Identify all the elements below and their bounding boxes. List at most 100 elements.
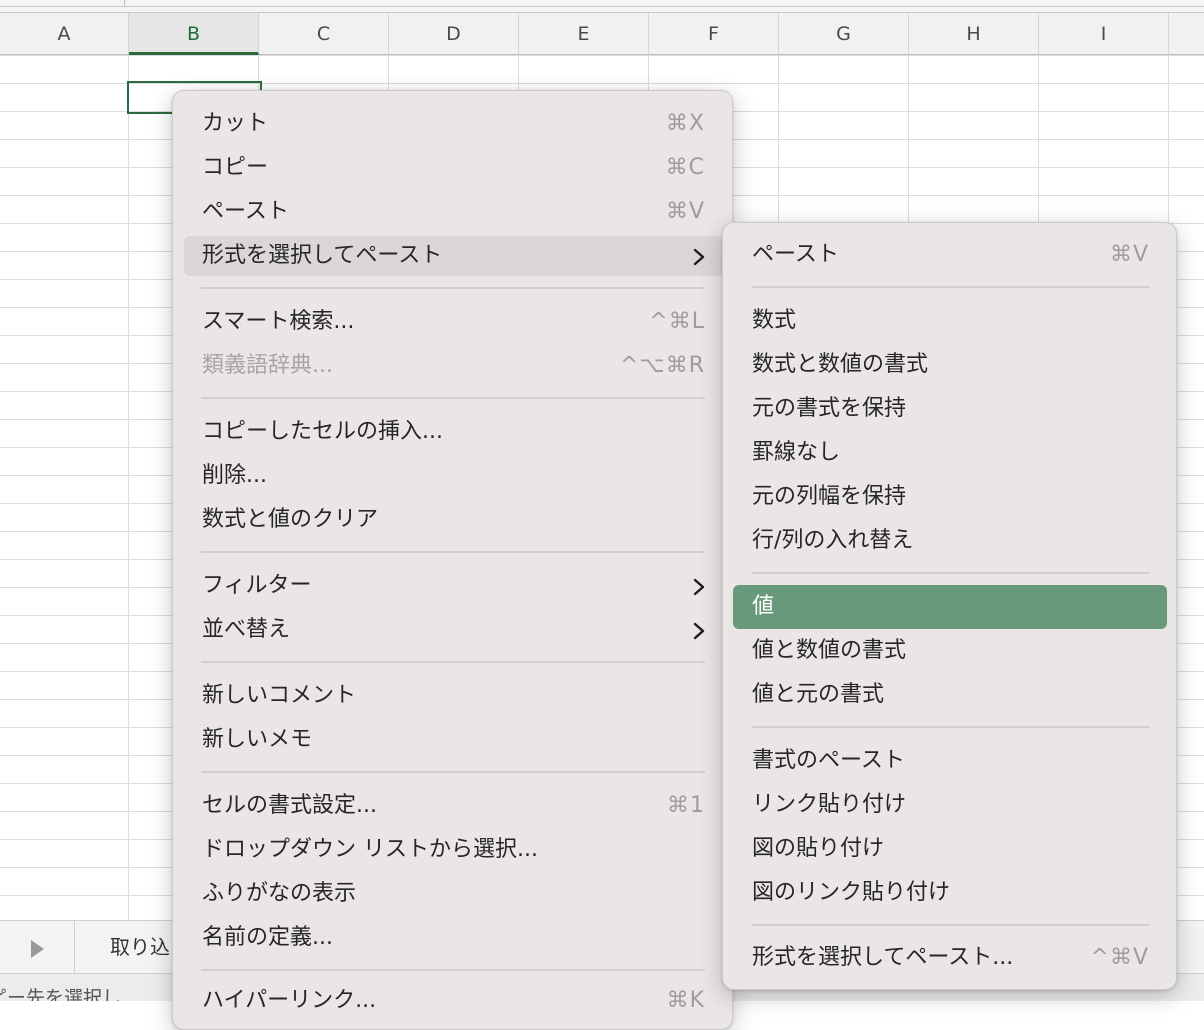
status-text: ピー先を選択し: [0, 987, 122, 1001]
menu-item-copy[interactable]: コピー ⌘C: [184, 148, 723, 188]
menu-item-shortcut: ⌘1: [667, 793, 705, 818]
menu-item-label: スマート検索...: [202, 309, 355, 334]
menu-item-shortcut: ^⌘V: [1090, 945, 1149, 970]
menu-separator: [201, 969, 705, 971]
menu-item-label: ペースト: [752, 242, 839, 267]
submenu-item-keep-column-widths[interactable]: 元の列幅を保持: [733, 477, 1167, 517]
context-menu: カット ⌘X コピー ⌘C ペースト ⌘V 形式を選択してペースト スマート検索…: [172, 90, 733, 1030]
submenu-item-formulas-number-format[interactable]: 数式と数値の書式: [733, 345, 1167, 385]
column-header-e[interactable]: E: [519, 13, 649, 54]
menu-separator: [201, 551, 705, 553]
menu-item-clear-contents[interactable]: 数式と値のクリア: [184, 500, 723, 540]
submenu-item-keep-source-formatting[interactable]: 元の書式を保持: [733, 389, 1167, 429]
column-header-row: A B C D E F G H I: [0, 13, 1204, 55]
menu-item-label: ハイパーリンク...: [202, 988, 377, 1013]
menu-item-label: 図の貼り付け: [752, 836, 885, 861]
menu-item-label: フィルター: [202, 573, 312, 598]
menu-item-label: 元の列幅を保持: [752, 484, 907, 509]
menu-item-shortcut: ^⌥⌘R: [619, 353, 705, 378]
menu-item-label: 元の書式を保持: [752, 396, 907, 421]
menu-item-hyperlink[interactable]: ハイパーリンク... ⌘K: [184, 981, 723, 1021]
menu-item-cut[interactable]: カット ⌘X: [184, 104, 723, 144]
submenu-item-formulas[interactable]: 数式: [733, 301, 1167, 341]
column-header-a[interactable]: A: [0, 13, 129, 54]
menu-item-paste[interactable]: ペースト ⌘V: [184, 192, 723, 232]
submenu-item-paste-link[interactable]: リンク貼り付け: [733, 785, 1167, 825]
menu-item-label: 値と元の書式: [752, 682, 885, 707]
menu-item-label: セルの書式設定...: [202, 793, 377, 818]
submenu-item-transpose[interactable]: 行/列の入れ替え: [733, 521, 1167, 561]
menu-item-label: 行/列の入れ替え: [752, 528, 914, 553]
menu-item-label: 形式を選択してペースト...: [752, 945, 1014, 970]
menu-item-label: 名前の定義...: [202, 925, 333, 950]
submenu-item-values[interactable]: 値: [733, 585, 1167, 629]
menu-item-label: 形式を選択してペースト: [202, 243, 443, 268]
grid-line: [128, 55, 129, 920]
play-triangle-icon: [31, 939, 44, 958]
menu-item-label: 新しいメモ: [202, 727, 313, 752]
menu-item-pick-from-dropdown[interactable]: ドロップダウン リストから選択...: [184, 830, 723, 870]
menu-item-label: 削除...: [202, 463, 267, 488]
menu-item-define-name[interactable]: 名前の定義...: [184, 918, 723, 958]
menu-item-label: 並べ替え: [202, 617, 291, 642]
menu-item-label: 罫線なし: [752, 440, 841, 465]
menu-separator: [201, 771, 705, 773]
menu-item-label: 数式: [752, 308, 797, 333]
submenu-item-no-borders[interactable]: 罫線なし: [733, 433, 1167, 473]
menu-item-smart-lookup[interactable]: スマート検索... ^⌘L: [184, 302, 723, 342]
menu-item-label: コピー: [202, 155, 269, 180]
menu-item-label: 書式のペースト: [752, 748, 905, 773]
menu-item-label: 値と数値の書式: [752, 638, 907, 663]
menu-item-label: 数式と値のクリア: [202, 507, 379, 532]
submenu-item-paste-linked-picture[interactable]: 図のリンク貼り付け: [733, 873, 1167, 913]
menu-item-filter[interactable]: フィルター: [184, 566, 723, 606]
column-header-h[interactable]: H: [909, 13, 1039, 54]
menu-item-label: 類義語辞典...: [202, 353, 333, 378]
column-header-f[interactable]: F: [649, 13, 779, 54]
chevron-right-icon: [693, 610, 707, 650]
menu-item-thesaurus[interactable]: 類義語辞典... ^⌥⌘R: [184, 346, 723, 386]
menu-item-sort[interactable]: 並べ替え: [184, 610, 723, 650]
submenu-item-paste-special-dialog[interactable]: 形式を選択してペースト... ^⌘V: [733, 938, 1167, 978]
submenu-item-paste-formatting[interactable]: 書式のペースト: [733, 741, 1167, 781]
menu-item-label: ペースト: [202, 199, 289, 224]
column-header-b[interactable]: B: [129, 13, 259, 55]
menu-item-format-cells[interactable]: セルの書式設定... ⌘1: [184, 786, 723, 826]
menu-separator: [752, 286, 1149, 288]
menu-item-shortcut: ⌘V: [665, 199, 705, 224]
menu-item-label: 図のリンク貼り付け: [752, 880, 951, 905]
menu-item-shortcut: ⌘C: [665, 155, 705, 180]
menu-item-new-comment[interactable]: 新しいコメント: [184, 676, 723, 716]
column-header-i[interactable]: I: [1039, 13, 1169, 54]
menu-item-delete[interactable]: 削除...: [184, 456, 723, 496]
menu-item-label: カット: [202, 111, 269, 136]
submenu-item-values-number-format[interactable]: 値と数値の書式: [733, 631, 1167, 671]
menu-separator: [752, 726, 1149, 728]
menu-item-label: ふりがなの表示: [202, 881, 357, 906]
menu-item-label: リンク貼り付け: [752, 792, 907, 817]
submenu-item-paste[interactable]: ペースト ⌘V: [733, 235, 1167, 275]
column-header-d[interactable]: D: [389, 13, 519, 54]
chevron-right-icon: [693, 566, 707, 606]
paste-special-submenu: ペースト ⌘V 数式 数式と数値の書式 元の書式を保持 罫線なし 元の列幅を保持…: [722, 222, 1177, 990]
sheet-tab[interactable]: 取り込: [110, 921, 170, 973]
menu-item-new-note[interactable]: 新しいメモ: [184, 720, 723, 760]
submenu-item-values-source-formatting[interactable]: 値と元の書式: [733, 675, 1167, 715]
column-header-c[interactable]: C: [259, 13, 389, 54]
menu-item-label: ドロップダウン リストから選択...: [202, 837, 538, 862]
menu-separator: [201, 287, 705, 289]
menu-item-shortcut: ⌘X: [665, 111, 705, 136]
menu-item-paste-special[interactable]: 形式を選択してペースト: [184, 236, 723, 276]
menu-item-label: 新しいコメント: [202, 683, 357, 708]
sheet-nav-button[interactable]: [0, 921, 75, 973]
menu-item-shortcut: ⌘V: [1109, 242, 1149, 267]
menu-separator: [201, 661, 705, 663]
submenu-item-paste-picture[interactable]: 図の貼り付け: [733, 829, 1167, 869]
menu-item-insert-copied-cells[interactable]: コピーしたセルの挿入...: [184, 412, 723, 452]
column-header-g[interactable]: G: [779, 13, 909, 54]
menu-item-show-phonetic[interactable]: ふりがなの表示: [184, 874, 723, 914]
menu-item-label: コピーしたセルの挿入...: [202, 419, 443, 444]
menu-item-label: 値: [752, 594, 775, 619]
menu-item-shortcut: ^⌘L: [649, 309, 705, 334]
formula-bar-edge: [0, 0, 1204, 13]
